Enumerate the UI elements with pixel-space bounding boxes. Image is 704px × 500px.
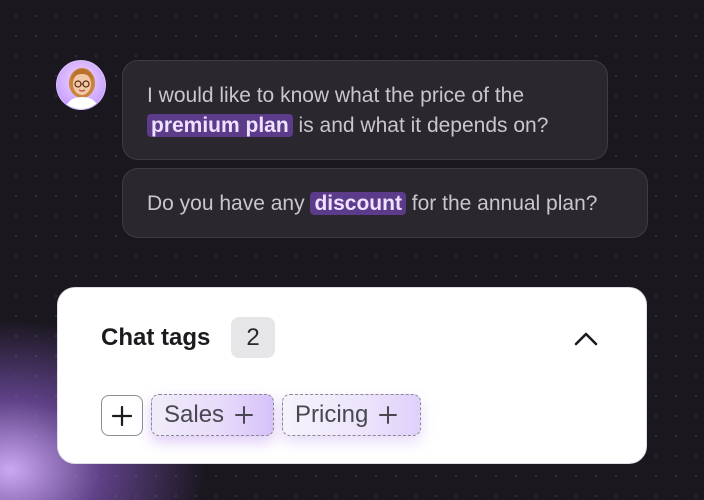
person-portrait-icon <box>65 68 99 109</box>
tag-pricing[interactable]: Pricing <box>282 394 421 436</box>
plus-icon <box>111 405 133 426</box>
message-text: is and what it depends on? <box>298 114 549 137</box>
panel-title: Chat tags <box>101 324 211 351</box>
tag-count-badge: 2 <box>231 317 275 358</box>
tag-label: Pricing <box>295 401 369 428</box>
chevron-up-icon <box>574 332 598 346</box>
message-text: Do you have any <box>147 192 305 215</box>
chat-message-bubble: Do you have any discount for the annual … <box>122 168 648 238</box>
message-text: for the annual plan? <box>411 192 598 215</box>
message-text: I would like to know what the price of t… <box>147 84 525 107</box>
tag-label: Sales <box>164 401 225 428</box>
plus-icon <box>234 405 254 425</box>
user-avatar <box>56 60 106 110</box>
plus-icon <box>378 405 398 425</box>
add-tag-button[interactable] <box>101 395 143 436</box>
highlighted-keyword: discount <box>310 192 406 215</box>
highlighted-keyword: premium plan <box>147 114 293 137</box>
chat-tags-panel: Chat tags 2 Sales Pricing <box>57 287 647 464</box>
tag-sales[interactable]: Sales <box>151 394 274 436</box>
chat-message-bubble: I would like to know what the price of t… <box>122 60 608 160</box>
collapse-button[interactable] <box>571 324 601 354</box>
